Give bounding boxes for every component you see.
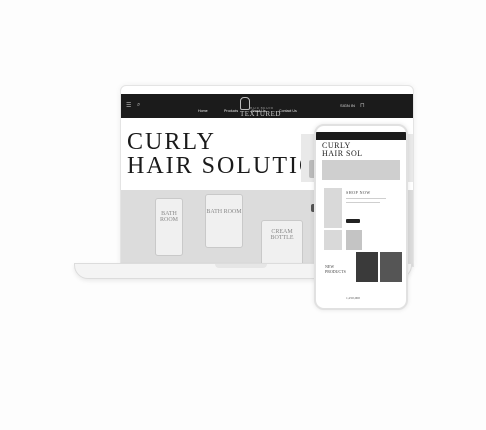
bath-room-jar-2: BATH ROOM [205,194,243,248]
main-nav: Home Products About Us Contact Us [193,109,343,115]
phone-hero-image [322,160,400,180]
search-icon[interactable]: ⌕ [137,102,140,109]
text-line [346,202,380,203]
hero-title-line1: CURLY [127,129,216,155]
menu-icon[interactable]: ☰ [126,102,131,109]
phone-product-image-2 [324,230,342,250]
nav-item-home[interactable]: Home [198,109,208,113]
nav-item-about[interactable]: About Us [251,109,266,113]
nav-item-contact[interactable]: Contact Us [279,109,297,113]
phone-mockup: CURLY HAIR SOL SHOP NOW NEW PRODUCTS 1,2… [314,124,408,310]
nav-item-products[interactable]: Products [224,109,238,113]
phone-header [316,132,406,140]
phone-footer-text: 1,250,000 [346,296,360,300]
cream-bottle: CREAM BOTTLE [261,220,303,266]
site-header: ☰ ⌕ TEXTURED HAIR BRAND Home Products Ab… [121,94,413,118]
trackpad-notch [215,264,267,268]
model-photo-2 [380,252,402,282]
shop-now-button[interactable] [346,219,360,223]
phone-section2-title: NEW PRODUCTS [325,264,346,274]
model-photo-1 [356,252,378,282]
phone-hero-title: CURLY HAIR SOL [322,141,363,158]
phone-product-image-3 [346,230,362,250]
phone-product-image [324,188,342,228]
text-line [346,198,386,199]
cart-icon[interactable]: ⊓ [360,102,365,109]
bath-room-jar: BATH ROOM [155,198,183,256]
phone-section-title: SHOP NOW [346,190,371,195]
sign-in-link[interactable]: SIGN IN [340,103,355,108]
